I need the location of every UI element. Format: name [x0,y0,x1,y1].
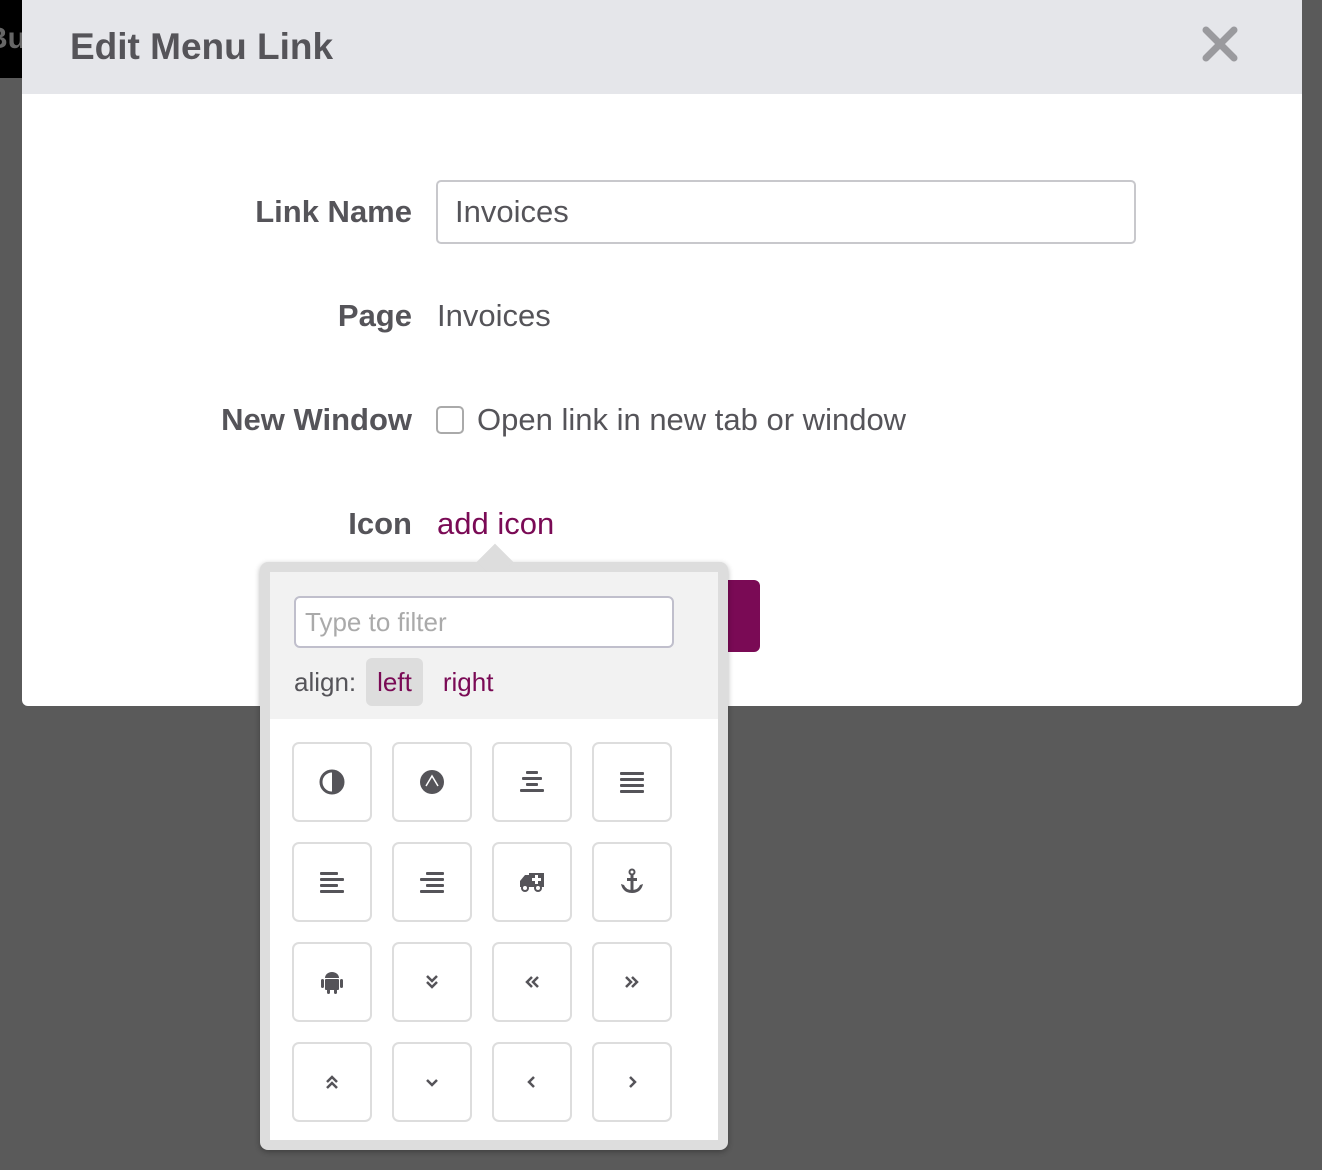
icon-option-adn[interactable] [392,742,472,822]
link-name-label: Link Name [255,194,412,229]
adjust-icon [319,769,345,795]
angle-right-icon [629,1076,637,1088]
icon-option-align-center[interactable] [492,742,572,822]
ambulance-icon [520,873,544,892]
angle-double-down-icon [426,975,438,989]
angle-down-icon [426,1079,438,1087]
angle-left-icon [527,1076,535,1088]
icon-option-align-left[interactable] [292,842,372,922]
align-control: align: left right [294,658,504,706]
anchor-icon [621,868,643,893]
background-text: Bu [0,22,22,55]
icon-option-align-right[interactable] [392,842,472,922]
angle-double-left-icon [525,976,539,988]
icon-option-angle-left[interactable] [492,1042,572,1122]
icon-option-android[interactable] [292,942,372,1022]
icon-option-ambulance[interactable] [492,842,572,922]
new-window-text[interactable]: Open link in new tab or window [477,402,906,438]
angle-double-right-icon [625,976,639,988]
icon-label: Icon [348,506,412,541]
align-left-option[interactable]: left [366,658,423,706]
icon-grid-panel [270,719,718,1140]
icon-option-angle-double-left[interactable] [492,942,572,1022]
add-icon-link[interactable]: add icon [437,506,554,542]
android-icon [321,972,343,994]
align-right-option[interactable]: right [432,658,505,706]
new-window-checkbox[interactable] [436,406,464,434]
align-right-icon [420,872,444,893]
new-window-label: New Window [221,402,412,437]
icon-option-angle-double-right[interactable] [592,942,672,1022]
icon-picker-popover: align: left right [260,543,728,1150]
align-center-icon [520,771,544,792]
icon-option-align-justify[interactable] [592,742,672,822]
icon-picker-toolbar: align: left right [270,572,718,719]
angle-double-up-icon [326,1075,338,1089]
icon-option-adjust[interactable] [292,742,372,822]
icon-option-angle-right[interactable] [592,1042,672,1122]
modal-title: Edit Menu Link [70,26,334,67]
icon-option-angle-down[interactable] [392,1042,472,1122]
filter-input[interactable] [294,596,674,648]
icon-grid [292,742,672,1122]
align-left-icon [320,872,344,893]
icon-option-angle-double-down[interactable] [392,942,472,1022]
icon-option-anchor[interactable] [592,842,672,922]
link-name-input[interactable] [436,180,1136,244]
page-value: Invoices [437,298,551,333]
icon-option-angle-double-up[interactable] [292,1042,372,1122]
background-navbar: Bu [0,0,22,78]
adn-icon [420,770,444,794]
page-label: Page [337,298,412,333]
close-icon[interactable] [1200,24,1240,64]
modal-header: Edit Menu Link [22,0,1302,94]
align-label: align: [294,667,357,697]
align-justify-icon [620,772,644,793]
